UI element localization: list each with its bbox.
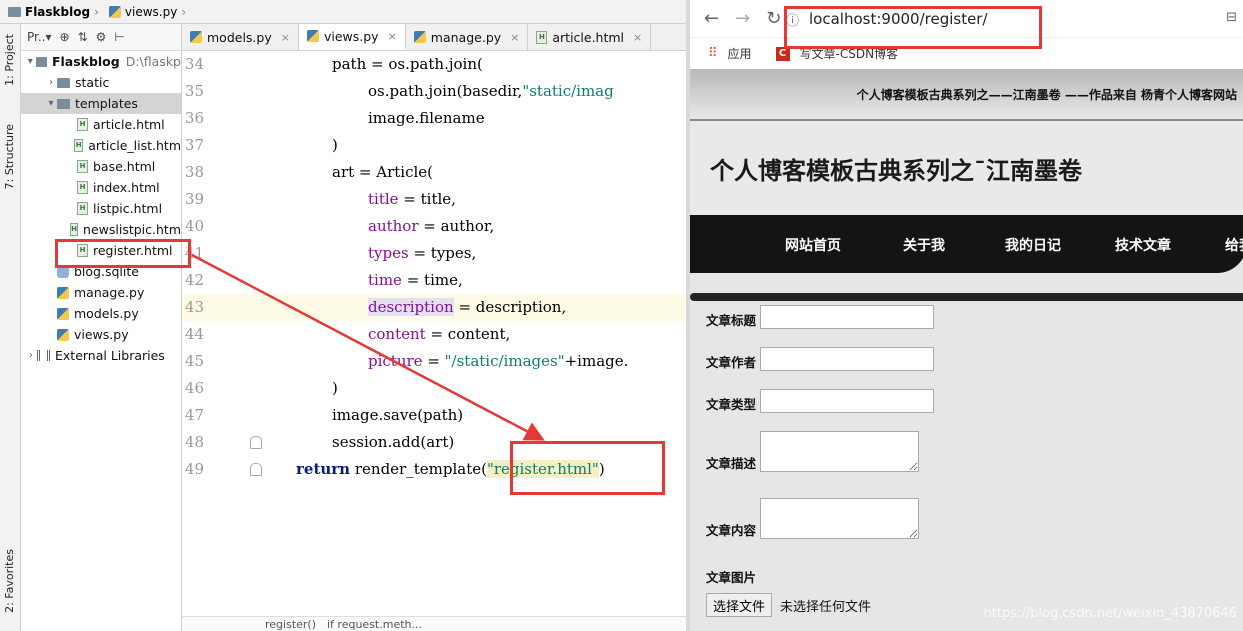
- annotation-arrow-layer: [191, 253, 545, 441]
- annotation-arrow: [191, 253, 545, 441]
